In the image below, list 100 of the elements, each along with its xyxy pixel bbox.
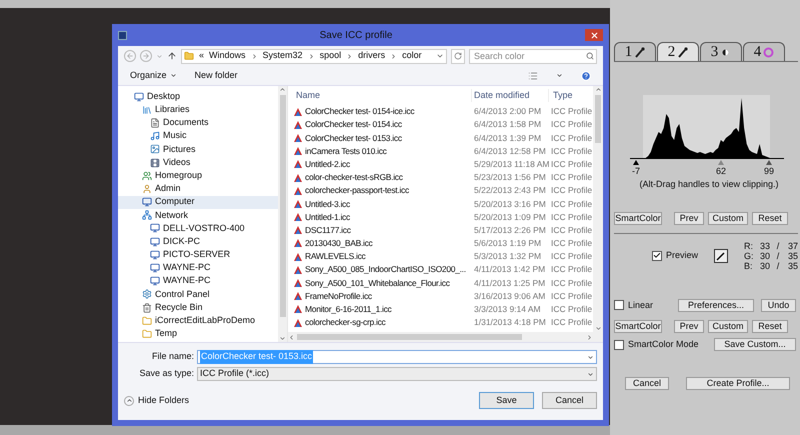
breadcrumb[interactable]: System32 xyxy=(262,49,303,63)
scrollbar[interactable] xyxy=(593,86,603,332)
action-button[interactable]: SmartColor xyxy=(614,212,662,224)
action-button[interactable]: SmartColor xyxy=(614,320,662,333)
help-icon[interactable] xyxy=(581,70,591,80)
color-profile-icon xyxy=(294,279,302,288)
folder-tree-item[interactable]: Libraries xyxy=(118,103,278,116)
folder-tree-item[interactable]: Network xyxy=(118,208,278,222)
dropdown-icon[interactable] xyxy=(587,354,594,360)
breadcrumb[interactable]: spool xyxy=(320,49,342,63)
tab[interactable]: 4 xyxy=(743,42,785,61)
folder-tree-item[interactable]: Music xyxy=(118,130,278,143)
file-row[interactable]: Untitled-3.icc 5/20/2013 3:16 PM ICC Profile xyxy=(288,197,593,210)
undo-button[interactable]: Undo xyxy=(761,298,796,312)
file-row[interactable]: color-checker-test-sRGB.icc 5/23/2013 1:56 PM ICC Profile xyxy=(288,170,593,184)
action-button[interactable]: Prev xyxy=(674,212,704,224)
address-bar[interactable]: « Windows System32 spool drivers color xyxy=(181,48,447,64)
tab[interactable]: 3 xyxy=(700,42,742,61)
preferences-button[interactable]: Preferences... xyxy=(678,298,754,312)
folder-tree-item[interactable]: Desktop xyxy=(118,90,278,104)
file-row[interactable]: Untitled-2.icc 5/29/2013 11:18 AM ICC Profile xyxy=(288,158,593,171)
file-row[interactable]: Monitor_6-16-2011_1.icc 3/3/2013 9:14 AM ICC Profile xyxy=(288,302,593,316)
action-button[interactable]: Custom xyxy=(708,320,748,333)
action-button[interactable]: Reset xyxy=(752,320,788,333)
action-button[interactable]: Prev xyxy=(674,320,704,333)
file-name: DSC1177.icc xyxy=(305,224,351,237)
file-row[interactable]: colorchecker-passport-test.icc 5/22/2013 2:43 PM ICC Profile xyxy=(288,184,593,198)
path-overflow[interactable]: « xyxy=(199,49,204,63)
file-row[interactable]: RAWLEVELS.icc 5/3/2013 1:32 PM ICC Profile xyxy=(288,250,593,264)
scroll-down-icon[interactable] xyxy=(279,335,286,342)
file-date: 5/17/2013 2:26 PM xyxy=(474,224,546,237)
file-row[interactable]: 20130430_BAB.icc 5/6/2013 1:19 PM ICC Profile xyxy=(288,236,593,250)
up-arrow-icon[interactable] xyxy=(167,51,177,61)
column-header[interactable]: Name xyxy=(288,88,472,102)
color-ring-icon xyxy=(763,46,774,58)
checkbox[interactable] xyxy=(652,250,662,260)
save-type-dropdown[interactable]: ICC Profile (*.icc) xyxy=(197,367,597,381)
scroll-up-icon[interactable] xyxy=(594,86,602,93)
file-row[interactable]: FrameNoProfile.icc 3/16/2013 9:06 AM ICC Profile xyxy=(288,290,593,303)
search-field[interactable]: Search color xyxy=(469,48,597,64)
eyedropper-button-icon[interactable] xyxy=(714,248,728,262)
file-row[interactable]: colorchecker-sg-crp.icc 1/31/2013 4:18 PM ICC Profile xyxy=(288,316,593,330)
folder-tree-item[interactable]: Videos xyxy=(118,156,278,170)
hide-folders-button[interactable]: Hide Folders xyxy=(124,394,190,408)
file-date: 6/4/2013 1:39 PM xyxy=(474,132,542,144)
forward-arrow-icon xyxy=(142,52,150,60)
tab[interactable]: 1 xyxy=(614,42,656,61)
folder-tree-item[interactable]: iCorrectEditLabProDemo xyxy=(118,314,278,328)
column-header[interactable]: Date modified xyxy=(472,88,549,102)
checkbox[interactable] xyxy=(614,340,624,350)
chevron-icon xyxy=(390,52,398,60)
scroll-right-icon[interactable] xyxy=(586,334,593,340)
breadcrumb[interactable]: Windows xyxy=(209,49,246,63)
horizontal-scrollbar[interactable] xyxy=(288,332,603,342)
file-date: 6/4/2013 2:00 PM xyxy=(474,105,542,118)
file-row[interactable]: ColorChecker test- 0154.icc 6/4/2013 1:58 PM ICC Profile xyxy=(288,118,593,132)
column-header[interactable]: Type xyxy=(549,88,573,102)
save-custom-button[interactable]: Save Custom... xyxy=(714,338,796,352)
file-row[interactable]: ColorChecker test- 0153.icc 6/4/2013 1:39 PM ICC Profile xyxy=(288,131,593,145)
folder-tree-item[interactable]: WAYNE-PC xyxy=(118,274,278,288)
scroll-down-icon[interactable] xyxy=(594,325,602,332)
refresh-button[interactable] xyxy=(451,48,465,64)
folder-tree-item[interactable]: Homegroup xyxy=(118,169,278,182)
scroll-left-icon[interactable] xyxy=(288,334,295,340)
folder-tree-item[interactable]: DELL-VOSTRO-400 xyxy=(118,222,278,236)
new-folder-button[interactable]: New folder xyxy=(194,68,238,82)
dropdown-icon[interactable] xyxy=(556,72,563,79)
file-row[interactable]: DSC1177.icc 5/17/2013 2:26 PM ICC Profile xyxy=(288,224,593,237)
close-button[interactable] xyxy=(585,29,603,41)
action-button[interactable]: Custom xyxy=(708,212,748,224)
folder-tree-item[interactable]: Pictures xyxy=(118,142,278,156)
tab[interactable]: 2 xyxy=(657,42,699,61)
organize-menu[interactable]: Organize xyxy=(130,68,177,82)
breadcrumb[interactable]: color xyxy=(402,49,422,63)
folder-tree-item[interactable]: Computer xyxy=(118,196,278,209)
folder-tree-item[interactable]: Control Panel xyxy=(118,288,278,301)
cancel-button[interactable]: Cancel xyxy=(542,392,597,409)
file-row[interactable]: ColorChecker test- 0154-ice.icc 6/4/2013 2:00 PM ICC Profile xyxy=(288,105,593,118)
action-button[interactable]: Reset xyxy=(752,212,788,224)
folder-tree-item[interactable]: Documents xyxy=(118,116,278,130)
view-icon[interactable] xyxy=(528,70,538,80)
folder-tree-item[interactable]: PICTO-SERVER xyxy=(118,248,278,262)
breadcrumb[interactable]: drivers xyxy=(358,49,386,63)
file-row[interactable]: inCamera Tests 010.icc 6/4/2013 12:58 PM ICC Profile xyxy=(288,144,593,158)
scrollbar[interactable] xyxy=(278,86,287,342)
folder-tree-item[interactable]: Admin xyxy=(118,182,278,196)
dropdown-icon[interactable] xyxy=(436,52,444,60)
file-row[interactable]: Untitled-1.icc 5/20/2013 1:09 PM ICC Profile xyxy=(288,210,593,224)
create-profile-button[interactable]: Create Profile... xyxy=(686,376,790,390)
folder-tree-item[interactable]: DICK-PC xyxy=(118,235,278,248)
checkbox[interactable] xyxy=(614,300,624,310)
cancel-button[interactable]: Cancel xyxy=(625,376,669,390)
file-row[interactable]: Sony_A500_101_Whitebalance_Flour.icc 4/11/2013 1:25 PM ICC Profile xyxy=(288,276,593,290)
folder-tree-item[interactable]: Temp xyxy=(118,327,278,341)
file-type: ICC Profile xyxy=(550,184,592,198)
folder-tree-item[interactable]: WAYNE-PC xyxy=(118,261,278,275)
file-row[interactable]: Sony_A500_085_IndoorChartISO_ISO200_... 4/11/2013 1:42 PM ICC Profile xyxy=(288,263,593,276)
scroll-up-icon[interactable] xyxy=(279,86,286,93)
save-button[interactable]: Save xyxy=(479,392,534,409)
folder-tree-item[interactable]: Recycle Bin xyxy=(118,301,278,314)
